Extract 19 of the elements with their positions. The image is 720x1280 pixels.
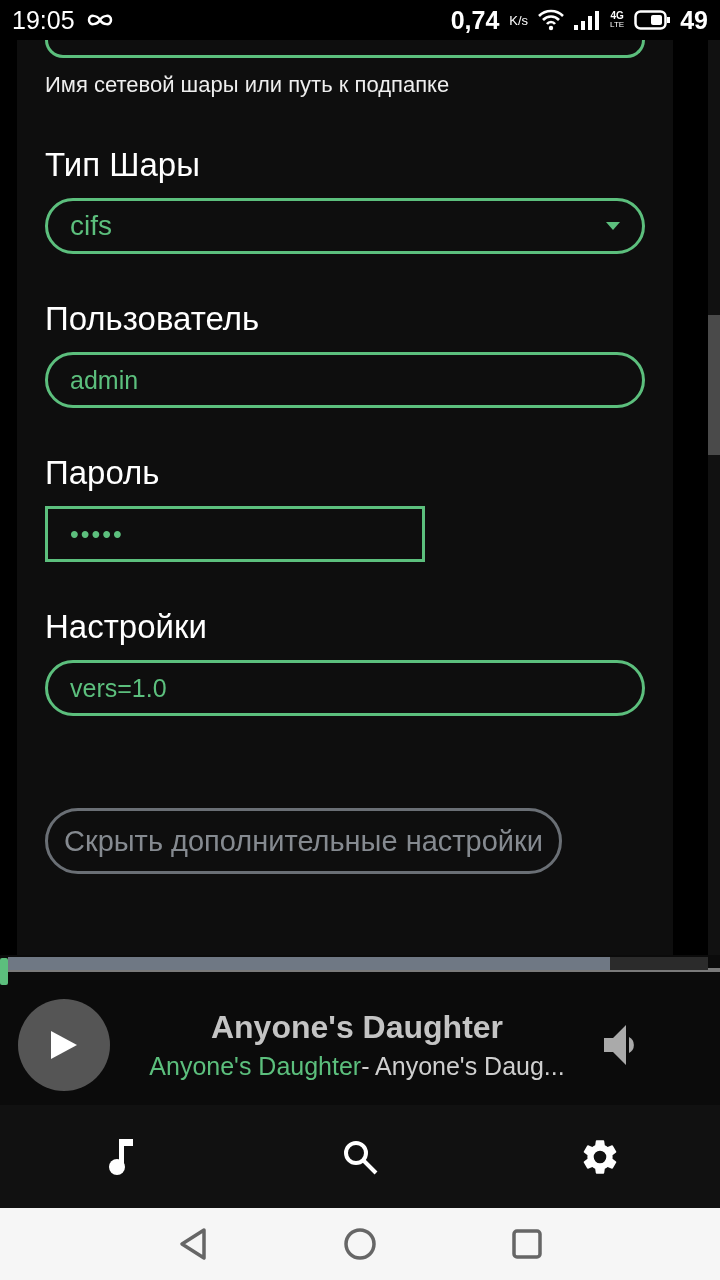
- network-speed: 0,74: [450, 7, 500, 33]
- password-field[interactable]: •••••: [45, 506, 425, 562]
- text-field[interactable]: vers=1.0: [45, 660, 645, 716]
- field-label: Тип Шары: [45, 146, 201, 184]
- network-sub: LTE: [610, 21, 625, 29]
- track-subtitle: Anyone's Daughter- Anyone's Daug...: [149, 1052, 565, 1081]
- clock: 19:05: [12, 7, 75, 33]
- share-type-select[interactable]: cifs: [45, 198, 645, 254]
- speed-unit: K/s: [509, 13, 529, 27]
- field-label: Настройки: [45, 608, 208, 646]
- select-value: cifs: [70, 210, 113, 242]
- hide-settings-button[interactable]: Скрыть дополнительные настройки: [45, 808, 562, 874]
- battery-level: 49: [680, 7, 708, 33]
- field-hint: Имя сетевой шары или путь к подпапке: [45, 72, 451, 98]
- field-label: Пароль: [45, 454, 161, 492]
- track-title: Anyone's Daughter: [210, 1009, 504, 1046]
- network-type: 4G: [610, 11, 624, 21]
- text-field[interactable]: admin: [45, 352, 645, 408]
- field-label: Пользователь: [45, 300, 261, 338]
